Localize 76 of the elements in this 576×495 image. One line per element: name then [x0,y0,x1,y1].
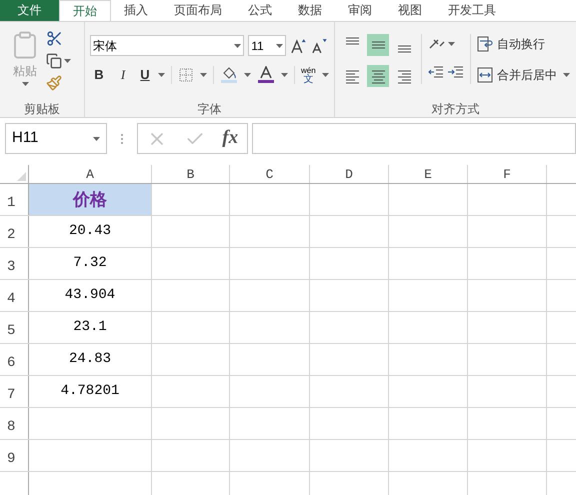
ribbon-tab[interactable]: 插入 [111,0,161,21]
decrease-font-icon[interactable] [311,38,329,54]
font-size-field[interactable]: 11 [248,35,286,56]
decrease-indent-icon[interactable] [428,65,444,79]
caret-icon[interactable] [563,73,570,77]
cut-icon[interactable] [46,30,63,47]
caret-icon[interactable] [234,44,242,48]
caret-icon[interactable] [158,72,165,77]
ribbon-tab[interactable]: 开始 [59,0,111,21]
ribbon-tab[interactable]: 文件 [0,0,59,21]
merge-center-button[interactable]: 合并后居中 [477,65,557,85]
wrap-text-button[interactable]: 自动换行 [477,34,570,54]
cell-value: 4.78201 [60,382,120,401]
caret-icon[interactable] [448,42,455,46]
group-label: 字体 [198,102,222,116]
phonetic-button[interactable]: wén 文 [301,66,316,84]
borders-icon[interactable] [178,66,194,83]
name-box[interactable]: H11 [5,123,107,154]
horizontal-align-icon [396,68,412,84]
cell-value: 20.43 [68,222,111,241]
row-header[interactable]: 5 [0,312,29,343]
copy-icon[interactable] [46,53,62,69]
column-header[interactable]: F [468,165,547,183]
cell-value: 43.904 [64,286,116,305]
ribbon-tab[interactable]: 开发工具 [435,0,509,21]
row-header[interactable]: 6 [0,344,29,375]
formula-input-field[interactable] [252,123,576,154]
group-label: 对齐方式 [432,102,480,116]
column-header[interactable]: E [389,165,468,183]
bold-button[interactable]: B [90,65,108,84]
caret-icon[interactable] [322,72,329,77]
vertical-align-icon [370,41,386,49]
ribbon-tab[interactable]: 公式 [235,0,285,21]
row-header[interactable]: 4 [0,280,29,311]
font-color-icon[interactable] [257,66,275,84]
row-header[interactable]: 2 [0,216,29,247]
vertical-align-icon [396,45,412,53]
increase-indent-icon[interactable] [448,65,464,79]
row-header[interactable]: 7 [0,376,29,407]
horizontal-align-button[interactable] [367,65,389,87]
row-header[interactable]: 3 [0,248,29,279]
caret-icon[interactable] [281,72,288,77]
ribbon-tab[interactable]: 页面布局 [161,0,235,21]
column-header[interactable]: B [152,165,230,183]
vertical-align-icon [344,37,360,45]
horizontal-align-icon [344,68,360,84]
insert-function-button[interactable]: fx [222,124,238,153]
format-painter-icon[interactable] [46,75,62,91]
caret-icon[interactable] [276,44,283,48]
header-cell-text: 价格 [73,188,107,211]
ribbon-tab[interactable]: 数据 [285,0,335,21]
caret-icon[interactable] [200,72,207,77]
italic-button[interactable]: I [114,65,132,84]
column-header[interactable]: A [29,165,152,183]
group-label: 剪贴板 [24,102,60,116]
cell-value: 24.83 [68,350,111,369]
ribbon-tab[interactable]: 视图 [385,0,435,21]
caret-icon[interactable] [244,72,251,77]
caret-icon[interactable] [22,82,28,86]
font-name-field[interactable]: 宋体 [90,35,244,56]
row-header[interactable]: 9 [0,440,29,471]
column-header[interactable]: D [310,165,389,183]
horizontal-align-icon [370,68,386,84]
merge-center-icon [477,67,493,83]
ribbon-tab[interactable]: 审阅 [335,0,385,21]
caret-icon[interactable] [93,136,100,140]
column-header[interactable]: C [230,165,310,183]
caret-icon[interactable] [64,59,71,63]
row-header[interactable]: 8 [0,408,29,439]
vertical-align-button[interactable] [367,34,389,56]
wrap-text-icon [477,36,493,52]
fill-color-icon[interactable] [220,66,238,84]
increase-font-icon[interactable] [290,38,308,54]
cell-value: 23.1 [73,318,107,337]
underline-button[interactable]: U [138,65,152,84]
cell-value: 7.32 [73,254,107,273]
